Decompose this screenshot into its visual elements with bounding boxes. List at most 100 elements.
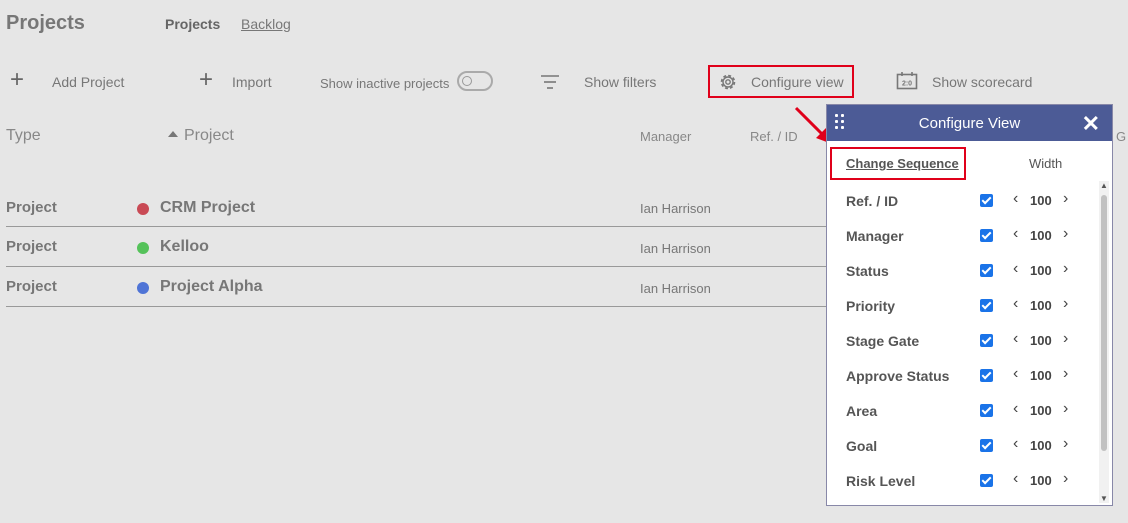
row-type: Project <box>6 199 57 216</box>
field-width-value: 100 <box>1030 193 1052 208</box>
field-width-value: 100 <box>1030 333 1052 348</box>
close-icon[interactable]: ✕ <box>1082 111 1100 137</box>
field-width-value: 100 <box>1030 263 1052 278</box>
configure-view-dialog: Configure View ✕ Change Sequence Width R… <box>826 104 1113 506</box>
increase-width-icon[interactable]: › <box>1063 470 1068 488</box>
increase-width-icon[interactable]: › <box>1063 295 1068 313</box>
filter-icon[interactable] <box>540 74 560 90</box>
scroll-up-icon[interactable]: ▲ <box>1100 181 1108 190</box>
column-header-clipped[interactable]: G <box>1116 129 1126 144</box>
field-row: Risk Level ‹ 100 › <box>827 469 1097 504</box>
decrease-width-icon[interactable]: ‹ <box>1013 470 1018 488</box>
field-row: Priority ‹ 100 › <box>827 294 1097 329</box>
field-visible-checkbox[interactable] <box>980 369 993 382</box>
toggle-knob <box>462 76 472 86</box>
add-icon[interactable]: + <box>10 68 24 92</box>
increase-width-icon[interactable]: › <box>1063 435 1068 453</box>
sort-ascending-icon[interactable] <box>168 131 178 137</box>
field-visible-checkbox[interactable] <box>980 439 993 452</box>
field-visible-checkbox[interactable] <box>980 264 993 277</box>
row-divider <box>6 226 826 227</box>
increase-width-icon[interactable]: › <box>1063 365 1068 383</box>
project-name-link[interactable]: Kelloo <box>160 238 209 256</box>
decrease-width-icon[interactable]: ‹ <box>1013 365 1018 383</box>
field-visible-checkbox[interactable] <box>980 299 993 312</box>
field-label: Risk Level <box>846 473 916 489</box>
change-sequence-link[interactable]: Change Sequence <box>846 156 959 171</box>
increase-width-icon[interactable]: › <box>1063 225 1068 243</box>
field-label: Manager <box>846 228 904 244</box>
status-dot <box>137 242 149 254</box>
increase-width-icon[interactable]: › <box>1063 260 1068 278</box>
column-header-type[interactable]: Type <box>6 127 41 145</box>
field-label: Ref. / ID <box>846 193 899 209</box>
show-inactive-toggle[interactable] <box>457 71 493 91</box>
width-column-label: Width <box>1029 156 1063 171</box>
decrease-width-icon[interactable]: ‹ <box>1013 190 1018 208</box>
field-visible-checkbox[interactable] <box>980 474 993 487</box>
field-label: Priority <box>846 298 896 314</box>
increase-width-icon[interactable]: › <box>1063 400 1068 418</box>
row-divider <box>6 266 826 267</box>
scrollbar-thumb[interactable] <box>1101 195 1107 451</box>
decrease-width-icon[interactable]: ‹ <box>1013 435 1018 453</box>
field-row: Manager ‹ 100 › <box>827 224 1097 259</box>
scroll-down-icon[interactable]: ▼ <box>1100 494 1108 503</box>
decrease-width-icon[interactable]: ‹ <box>1013 330 1018 348</box>
project-name-link[interactable]: Project Alpha <box>160 278 263 296</box>
import-button[interactable]: Import <box>232 74 272 90</box>
configure-view-button[interactable]: Configure view <box>751 74 844 90</box>
field-row: ‹100› <box>827 504 1097 506</box>
field-row: Stage Gate ‹ 100 › <box>827 329 1097 364</box>
show-filters-button[interactable]: Show filters <box>584 74 656 90</box>
field-row: Approve Status ‹ 100 › <box>827 364 1097 399</box>
dialog-header[interactable]: Configure View ✕ <box>827 105 1112 141</box>
column-header-project[interactable]: Project <box>184 127 234 145</box>
status-dot <box>137 203 149 215</box>
decrease-width-icon[interactable]: ‹ <box>1013 400 1018 418</box>
field-row: Area ‹ 100 › <box>827 399 1097 434</box>
tab-backlog[interactable]: Backlog <box>241 16 291 32</box>
increase-width-icon[interactable]: › <box>1063 190 1068 208</box>
field-visible-checkbox[interactable] <box>980 404 993 417</box>
field-label: Status <box>846 263 889 279</box>
field-row: Ref. / ID ‹ 100 › <box>827 189 1097 224</box>
increase-width-icon[interactable]: › <box>1063 330 1068 348</box>
field-label: Approve Status <box>846 368 950 384</box>
row-type: Project <box>6 278 57 295</box>
row-manager: Ian Harrison <box>640 241 711 256</box>
field-width-value: 100 <box>1030 403 1052 418</box>
field-visible-checkbox[interactable] <box>980 194 993 207</box>
project-name-link[interactable]: CRM Project <box>160 199 255 217</box>
field-visible-checkbox[interactable] <box>980 334 993 347</box>
row-divider <box>6 306 826 307</box>
scrollbar[interactable]: ▲ ▼ <box>1099 181 1109 503</box>
add-project-button[interactable]: Add Project <box>52 74 124 90</box>
decrease-width-icon[interactable]: ‹ <box>1013 505 1018 506</box>
decrease-width-icon[interactable]: ‹ <box>1013 295 1018 313</box>
field-label: Stage Gate <box>846 333 920 349</box>
row-manager: Ian Harrison <box>640 281 711 296</box>
show-inactive-label: Show inactive projects <box>320 76 450 91</box>
row-manager: Ian Harrison <box>640 201 711 216</box>
import-icon[interactable]: + <box>199 68 213 92</box>
scorecard-icon[interactable]: 2:0 <box>896 71 918 91</box>
field-label: Area <box>846 403 878 419</box>
decrease-width-icon[interactable]: ‹ <box>1013 225 1018 243</box>
field-visible-checkbox[interactable] <box>980 229 993 242</box>
decrease-width-icon[interactable]: ‹ <box>1013 260 1018 278</box>
svg-text:2:0: 2:0 <box>902 81 912 88</box>
show-scorecard-button[interactable]: Show scorecard <box>932 74 1032 90</box>
tab-projects[interactable]: Projects <box>165 16 220 32</box>
status-dot <box>137 282 149 294</box>
column-header-manager[interactable]: Manager <box>640 129 691 144</box>
field-width-value: 100 <box>1030 228 1052 243</box>
field-width-value: 100 <box>1030 298 1052 313</box>
field-width-value: 100 <box>1030 438 1052 453</box>
dialog-title: Configure View <box>918 115 1021 132</box>
field-row: Status ‹ 100 › <box>827 259 1097 294</box>
increase-width-icon[interactable]: › <box>1063 505 1068 506</box>
field-width-value: 100 <box>1030 473 1052 488</box>
gear-icon[interactable] <box>718 72 738 92</box>
field-label: Goal <box>846 438 878 454</box>
